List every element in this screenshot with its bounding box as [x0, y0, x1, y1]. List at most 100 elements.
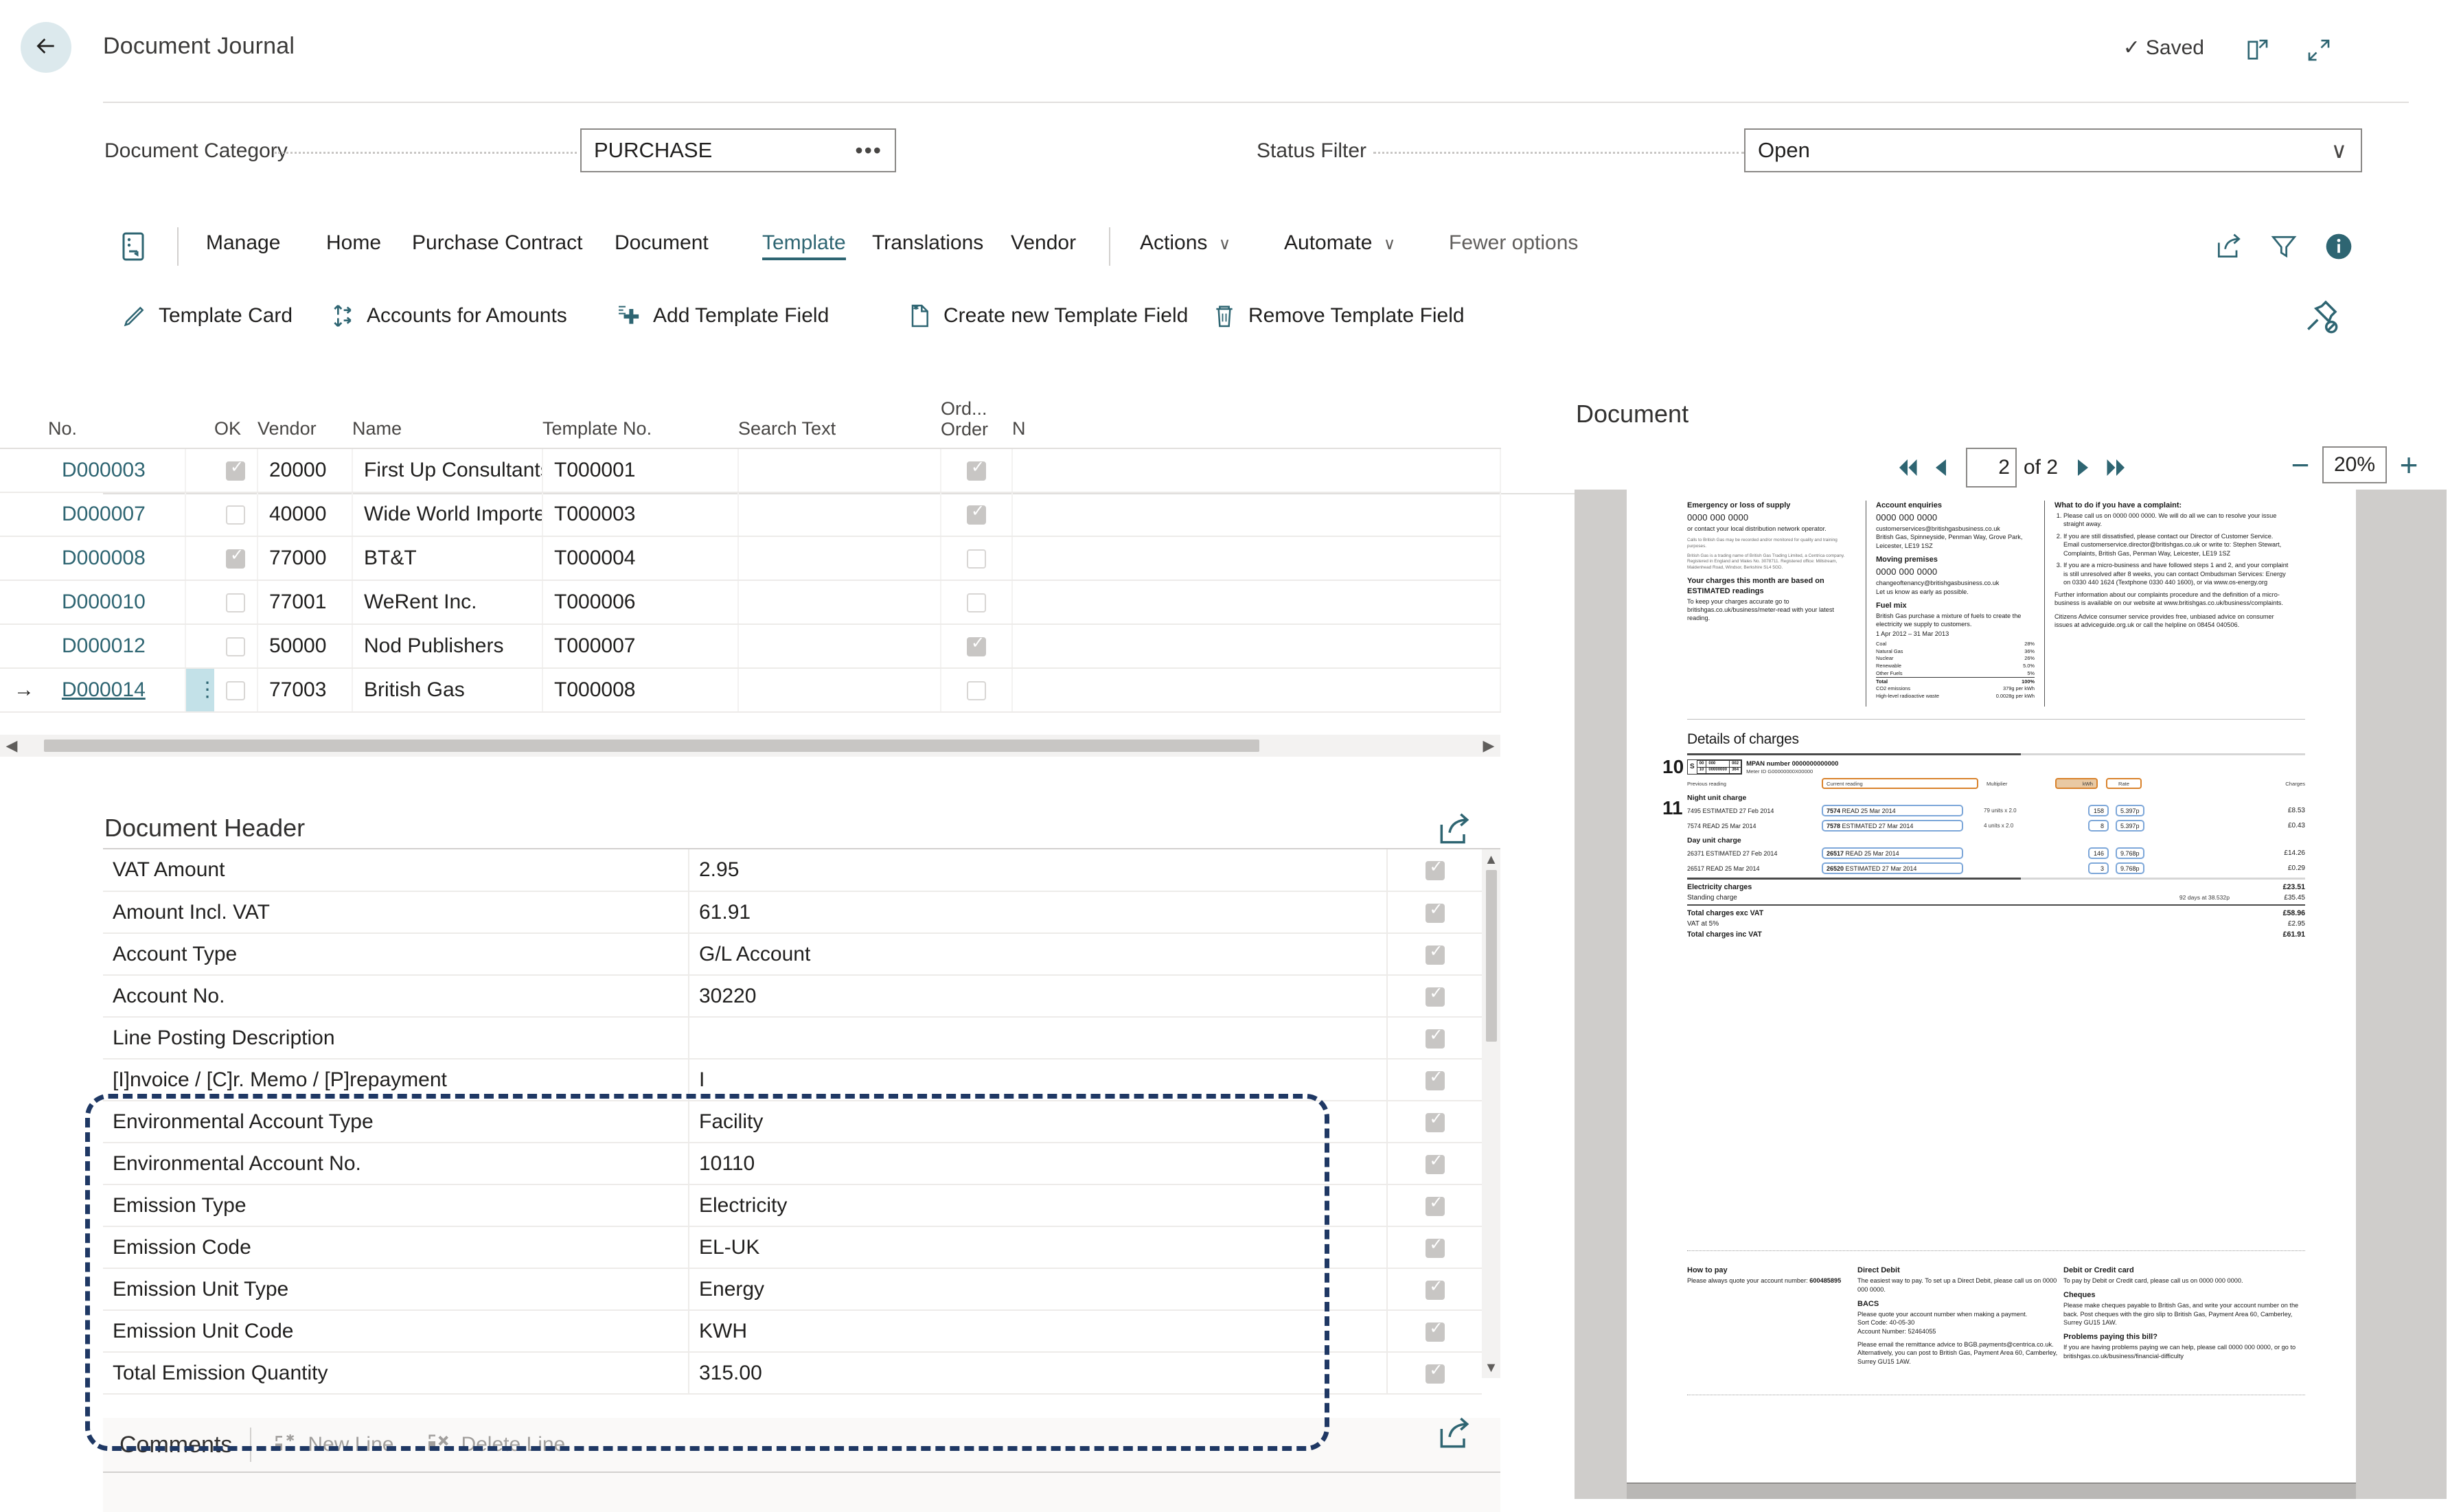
tab-home[interactable]: Home: [326, 231, 381, 257]
last-page-icon[interactable]: [2099, 450, 2133, 485]
cell-ok[interactable]: [214, 448, 258, 493]
cell-no[interactable]: D000014: [48, 668, 186, 713]
document-header-row[interactable]: Emission Type Electricity: [103, 1184, 1482, 1227]
field-include-checkbox[interactable]: [1387, 891, 1482, 934]
row-menu-button[interactable]: [185, 492, 214, 537]
table-row[interactable]: D000010 77001 WeRent Inc. T000006: [0, 580, 1501, 625]
share-icon[interactable]: [2210, 227, 2248, 266]
cell-vendor[interactable]: 77000: [257, 536, 353, 581]
document-header-vertical-scrollbar[interactable]: ▲ ▼: [1482, 849, 1500, 1378]
scroll-thumb[interactable]: [1485, 870, 1497, 1042]
cell-search-text[interactable]: [738, 492, 941, 537]
cell-search-text[interactable]: [738, 580, 941, 625]
document-header-row[interactable]: Environmental Account No. 10110: [103, 1143, 1482, 1185]
field-include-checkbox[interactable]: [1387, 1226, 1482, 1269]
filter-icon[interactable]: [2265, 227, 2303, 266]
table-row[interactable]: →D000014⋮ 77003British GasT000008: [0, 668, 1501, 713]
cell-template-no[interactable]: T000001: [542, 448, 739, 493]
field-include-checkbox[interactable]: [1387, 849, 1482, 892]
checkbox[interactable]: [1425, 1362, 1445, 1384]
table-row[interactable]: D000012 50000 Nod Publishers T000007: [0, 624, 1501, 669]
cell-ok[interactable]: [214, 624, 258, 669]
document-header-row[interactable]: Line Posting Description: [103, 1017, 1482, 1059]
col-name[interactable]: Name: [352, 395, 542, 449]
cell-order[interactable]: [941, 536, 1013, 581]
cell-next[interactable]: [1012, 580, 1501, 625]
cell-next[interactable]: [1012, 668, 1501, 713]
checkbox[interactable]: [1425, 902, 1445, 923]
zoom-out-button[interactable]: −: [2287, 449, 2314, 481]
col-vendor[interactable]: Vendor: [257, 395, 352, 449]
tab-vendor[interactable]: Vendor: [1011, 231, 1076, 257]
cell-search-text[interactable]: [738, 536, 941, 581]
field-value[interactable]: 61.91: [689, 891, 1388, 934]
cell-name[interactable]: Wide World Importers: [352, 492, 543, 537]
scroll-down-arrow[interactable]: ▼: [1485, 1358, 1498, 1378]
add-template-field-button[interactable]: Add Template Field: [615, 297, 829, 334]
cell-next[interactable]: [1012, 492, 1501, 537]
field-include-checkbox[interactable]: [1387, 1310, 1482, 1353]
checkbox[interactable]: [967, 549, 986, 569]
tab-template[interactable]: Template: [762, 231, 846, 260]
cell-ok[interactable]: [214, 668, 258, 713]
checkbox[interactable]: [1425, 1279, 1445, 1300]
document-actions-icon[interactable]: [117, 230, 150, 264]
checkbox[interactable]: [1425, 943, 1445, 965]
row-menu-button[interactable]: [185, 580, 214, 625]
checkbox[interactable]: [1425, 1237, 1445, 1258]
cell-no[interactable]: D000008: [48, 536, 186, 581]
field-include-checkbox[interactable]: [1387, 1352, 1482, 1395]
share-icon[interactable]: [1435, 810, 1474, 849]
cell-name[interactable]: Nod Publishers: [352, 624, 543, 669]
cell-search-text[interactable]: [738, 624, 941, 669]
document-header-row[interactable]: Total Emission Quantity 315.00: [103, 1352, 1482, 1395]
field-value[interactable]: Facility: [689, 1101, 1388, 1143]
info-icon[interactable]: [2320, 227, 2358, 266]
document-category-input[interactable]: PURCHASE •••: [580, 128, 896, 172]
document-header-row[interactable]: Emission Unit Type Energy: [103, 1268, 1482, 1311]
cell-template-no[interactable]: T000008: [542, 668, 739, 713]
checkbox[interactable]: [226, 505, 245, 525]
cell-no[interactable]: D000003: [48, 448, 186, 493]
field-value[interactable]: EL-UK: [689, 1226, 1388, 1269]
cell-vendor[interactable]: 20000: [257, 448, 353, 493]
accounts-for-amounts-button[interactable]: Accounts for Amounts: [328, 297, 567, 334]
document-preview-viewer[interactable]: Emergency or loss of supply 0000 000 000…: [1575, 490, 2447, 1499]
checkbox[interactable]: [1425, 1195, 1445, 1216]
row-menu-button[interactable]: [185, 624, 214, 669]
checkbox[interactable]: [226, 593, 245, 613]
row-menu-button[interactable]: ⋮: [185, 668, 214, 713]
share-icon[interactable]: [1435, 1414, 1474, 1453]
document-header-row[interactable]: Emission Unit Code KWH: [103, 1310, 1482, 1353]
row-menu-button[interactable]: [185, 448, 214, 493]
checkbox[interactable]: [1425, 1027, 1445, 1049]
scroll-track[interactable]: [1485, 870, 1497, 1358]
document-header-row[interactable]: Environmental Account Type Facility: [103, 1101, 1482, 1143]
cell-ok[interactable]: [214, 536, 258, 581]
document-header-row[interactable]: Account No. 30220: [103, 975, 1482, 1018]
cell-next[interactable]: [1012, 624, 1501, 669]
document-header-row[interactable]: [I]nvoice / [C]r. Memo / [P]repayment I: [103, 1059, 1482, 1101]
checkbox[interactable]: [1425, 859, 1445, 881]
col-no[interactable]: No.: [48, 395, 185, 449]
document-header-row[interactable]: Account Type G/L Account: [103, 933, 1482, 976]
tab-purchase-contract[interactable]: Purchase Contract: [412, 231, 582, 257]
status-filter-select[interactable]: Open ∨: [1744, 128, 2362, 172]
field-value[interactable]: G/L Account: [689, 933, 1388, 976]
field-value[interactable]: KWH: [689, 1310, 1388, 1353]
cell-vendor[interactable]: 50000: [257, 624, 353, 669]
cell-ok[interactable]: [214, 580, 258, 625]
remove-template-field-button[interactable]: Remove Template Field: [1210, 297, 1465, 334]
checkbox[interactable]: [1425, 1111, 1445, 1132]
zoom-level-input[interactable]: 20%: [2322, 446, 2387, 483]
cell-no[interactable]: D000012: [48, 624, 186, 669]
page-number-input[interactable]: 2: [1965, 448, 2017, 488]
scroll-thumb[interactable]: [44, 740, 1259, 752]
checkbox[interactable]: [967, 635, 986, 657]
field-include-checkbox[interactable]: [1387, 1017, 1482, 1059]
cell-ok[interactable]: [214, 492, 258, 537]
cell-template-no[interactable]: T000003: [542, 492, 739, 537]
field-include-checkbox[interactable]: [1387, 1059, 1482, 1101]
col-template-no[interactable]: Template No.: [542, 395, 738, 449]
cell-template-no[interactable]: T000004: [542, 536, 739, 581]
